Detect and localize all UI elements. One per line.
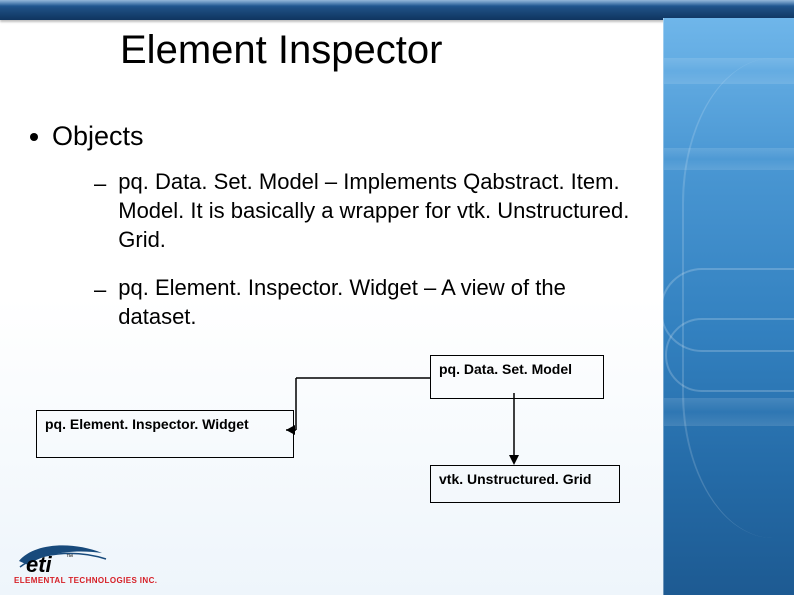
sub-bullet-text: pq. Element. Inspector. Widget – A view …: [118, 274, 644, 331]
logo: eti ™ ELEMENTAL TECHNOLOGIES INC.: [14, 539, 164, 585]
logo-name: eti: [26, 552, 53, 577]
bullet-row: Objects: [30, 120, 644, 152]
side-decor-panel: [663, 18, 794, 595]
bullet-dot-icon: [30, 133, 38, 141]
logo-icon: eti ™ ELEMENTAL TECHNOLOGIES INC.: [14, 539, 164, 585]
sub-bullet-text: pq. Data. Set. Model – Implements Qabstr…: [118, 168, 644, 254]
sub-bullets: – pq. Data. Set. Model – Implements Qabs…: [94, 168, 644, 331]
slide: Element Inspector Objects – pq. Data. Se…: [0, 0, 794, 595]
logo-trademark: ™: [66, 554, 73, 561]
diagram-box-model: pq. Data. Set. Model: [430, 355, 604, 399]
slide-title: Element Inspector: [120, 28, 442, 73]
logo-subtitle: ELEMENTAL TECHNOLOGIES INC.: [14, 576, 157, 585]
dash-icon: –: [94, 276, 106, 331]
diagram-box-grid: vtk. Unstructured. Grid: [430, 465, 620, 503]
decor-circle: [665, 318, 794, 392]
content-area: Objects – pq. Data. Set. Model – Impleme…: [30, 120, 644, 351]
dash-icon: –: [94, 170, 106, 254]
header-highlight: [0, 0, 794, 6]
bullet-text: Objects: [52, 120, 144, 152]
sub-bullet-row: – pq. Element. Inspector. Widget – A vie…: [94, 274, 644, 331]
sub-bullet-row: – pq. Data. Set. Model – Implements Qabs…: [94, 168, 644, 254]
header-bar: [0, 0, 794, 20]
diagram-box-widget: pq. Element. Inspector. Widget: [36, 410, 294, 458]
